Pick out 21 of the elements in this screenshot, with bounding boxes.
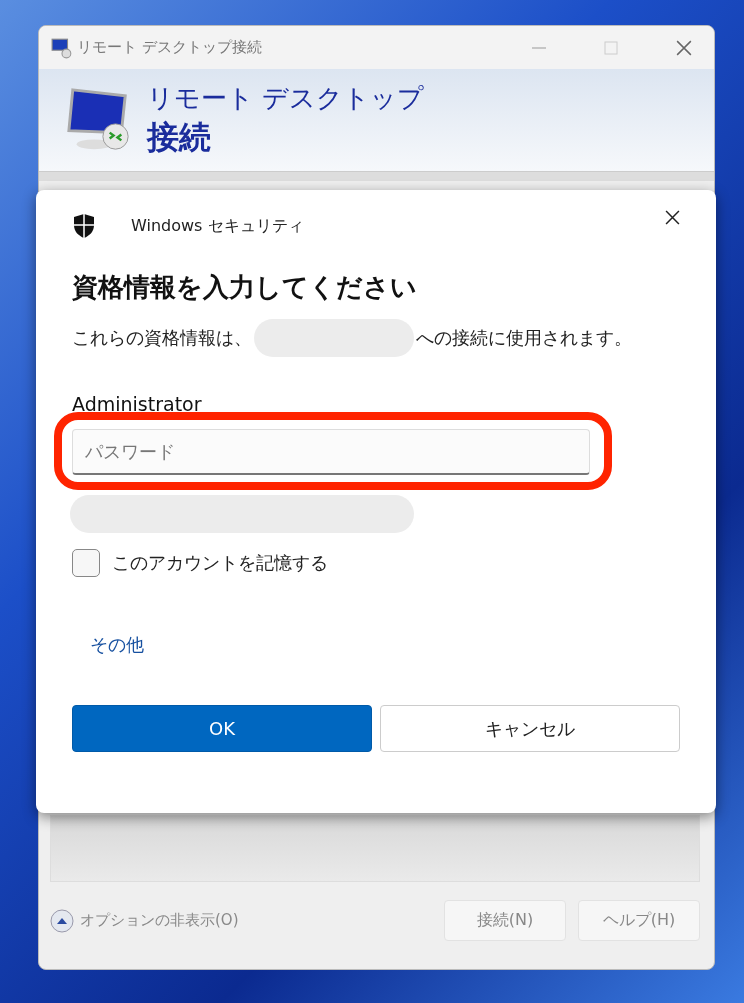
cancel-button[interactable]: キャンセル xyxy=(380,705,680,752)
checkbox-label[interactable]: このアカウントを記憶する xyxy=(112,551,328,575)
dialog-heading: 資格情報を入力してください xyxy=(72,271,418,304)
footer-button[interactable]: 接続(N) xyxy=(444,900,566,941)
password-field[interactable]: パスワード xyxy=(72,429,590,475)
dialog-app-name: Windows セキュリティ xyxy=(131,215,304,237)
message-text: これらの資格情報は、 xyxy=(72,326,252,350)
checkbox[interactable] xyxy=(72,549,100,577)
shield-icon xyxy=(72,213,96,239)
options-toggle-link[interactable]: オプションの非表示(O) xyxy=(80,911,239,930)
close-icon[interactable] xyxy=(665,209,680,225)
monitor-icon xyxy=(51,36,73,59)
more-options-link[interactable]: その他 xyxy=(90,633,144,657)
banner-subtitle: 接続 xyxy=(147,116,212,158)
message-text: への接続に使用されます。 xyxy=(416,326,632,350)
ok-button[interactable]: OK xyxy=(72,705,372,752)
window-title: リモート デスクトップ接続 xyxy=(77,38,262,57)
collapse-icon[interactable] xyxy=(50,908,74,933)
banner-title: リモート デスクトップ xyxy=(147,81,425,115)
footer-button[interactable]: ヘルプ(H) xyxy=(578,900,700,941)
username-label: Administrator xyxy=(72,393,203,415)
